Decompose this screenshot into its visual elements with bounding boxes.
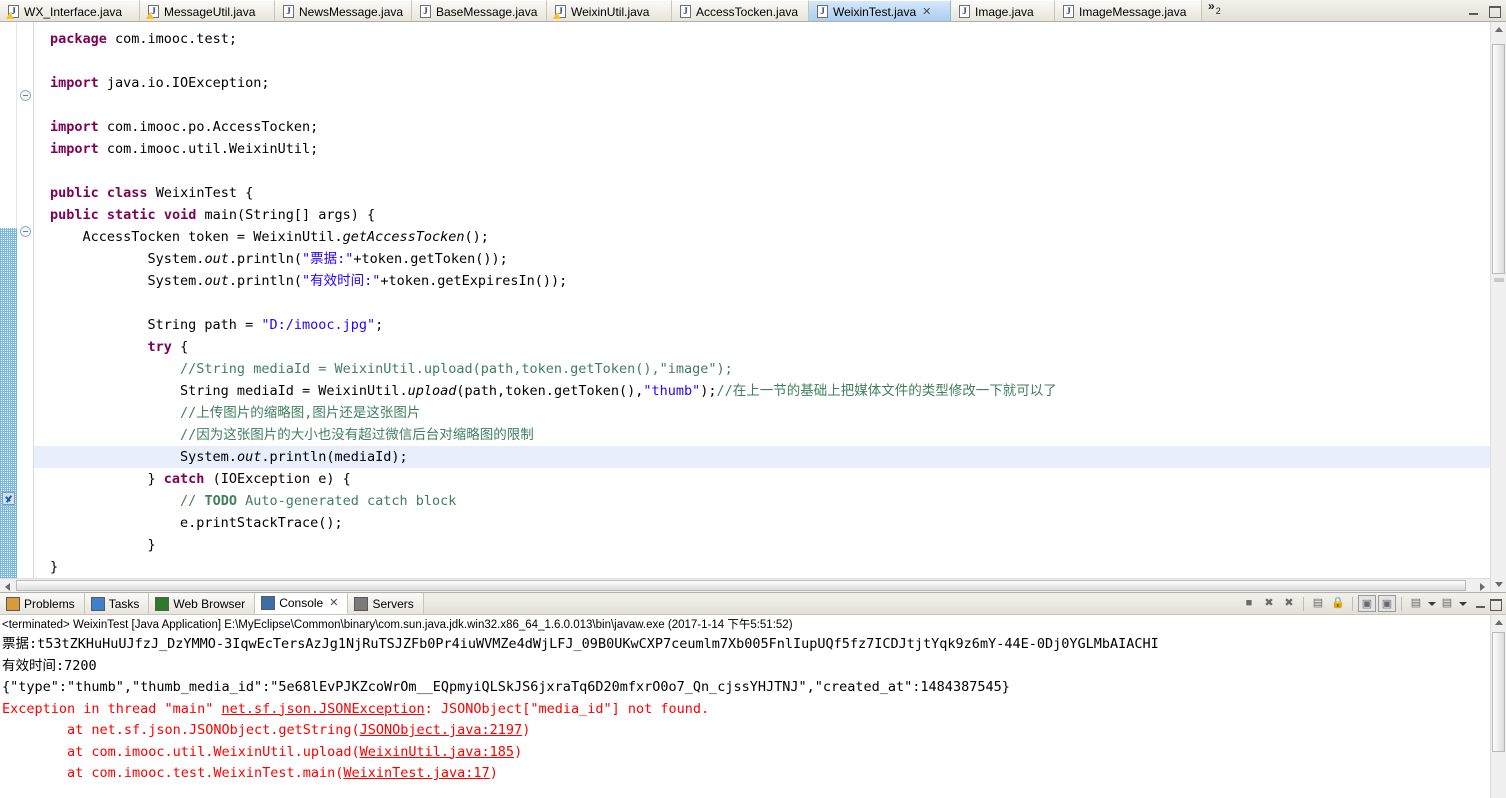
servers-icon xyxy=(354,596,369,611)
view-tab-label: Web Browser xyxy=(173,596,246,611)
remove-launch-button[interactable]: ✖ xyxy=(1260,595,1278,612)
console-output-panel[interactable]: <terminated> WeixinTest [Java Applicatio… xyxy=(0,615,1506,798)
clear-console-button[interactable]: ▤ xyxy=(1309,595,1327,612)
editor-hscroll-thumb[interactable] xyxy=(16,580,1466,591)
editor-vscroll-marker xyxy=(1494,278,1504,282)
view-tab-servers[interactable]: Servers xyxy=(348,593,424,614)
editor-vertical-scrollbar[interactable] xyxy=(1490,22,1506,592)
editor-marker-bar[interactable] xyxy=(0,22,17,592)
web-browser-icon xyxy=(155,596,170,611)
display-selected-console-button[interactable]: ▣ xyxy=(1378,595,1396,612)
editor-vscroll-thumb[interactable] xyxy=(1492,44,1505,274)
editor-tab-image-java[interactable]: J Image.java xyxy=(951,0,1055,21)
view-tab-label: Tasks xyxy=(108,596,140,611)
view-tab-console[interactable]: Console ✕ xyxy=(255,592,349,614)
fold-toggle-main-method[interactable] xyxy=(20,226,31,237)
console-output-text[interactable]: 票据:t53tZKHuHuUJfzJ_DzYMMO-3IqwEcTersAzJg… xyxy=(0,634,1490,785)
view-tab-tasks[interactable]: Tasks xyxy=(84,593,150,614)
java-file-icon: J xyxy=(958,5,971,18)
window-controls[interactable] xyxy=(1462,0,1506,21)
view-tab-web-browser[interactable]: Web Browser xyxy=(149,593,256,614)
close-icon[interactable]: ✕ xyxy=(327,592,338,614)
toolbar-separator xyxy=(1303,596,1304,611)
editor-tab-label: MessageUtil.java xyxy=(164,4,256,19)
editor-tab-weixintest-java[interactable]: J WeixinTest.java ✕ xyxy=(809,0,951,22)
close-icon[interactable]: ✕ xyxy=(920,1,931,22)
tab-overflow-count: 2 xyxy=(1215,6,1221,16)
scroll-up-arrow[interactable] xyxy=(1491,22,1506,38)
editor-tab-label: Image.java xyxy=(975,4,1034,19)
chevron-down-icon[interactable] xyxy=(1428,601,1436,606)
editor-tab-wx_interface-java[interactable]: J WX_Interface.java xyxy=(0,0,140,21)
view-tab-problems[interactable]: Problems xyxy=(0,593,85,614)
code-text-area[interactable]: package com.imooc.test; import java.io.I… xyxy=(34,22,1490,592)
console-scroll-up-arrow[interactable] xyxy=(1491,615,1506,631)
maximize-icon[interactable] xyxy=(1488,5,1501,18)
view-tab-label: Servers xyxy=(372,596,414,611)
fold-toggle-imports[interactable] xyxy=(20,90,31,101)
minimize-icon[interactable] xyxy=(1468,6,1480,16)
editor-tab-label: BaseMessage.java xyxy=(436,4,538,19)
editor-tab-label: WeixinTest.java xyxy=(833,4,917,19)
scroll-lock-button[interactable]: 🔒 xyxy=(1329,595,1347,612)
view-tab-label: Problems xyxy=(24,596,75,611)
bottom-view-panel[interactable]: Problems Tasks Web Browser Console ✕ Servers … xyxy=(0,592,1506,798)
editor-tab-label: WX_Interface.java xyxy=(24,4,123,19)
toolbar-separator xyxy=(1352,596,1353,611)
editor-tab-bar[interactable]: J WX_Interface.java J MessageUtil.java J News… xyxy=(0,0,1506,22)
java-file-icon: J xyxy=(679,5,692,18)
open-console-button[interactable]: ▤ xyxy=(1407,595,1425,612)
console-terminated-line: <terminated> WeixinTest [Java Applicatio… xyxy=(2,619,793,631)
terminate-button[interactable]: ■ xyxy=(1240,595,1258,612)
editor-tab-imagemessage-java[interactable]: J ImageMessage.java xyxy=(1055,0,1202,21)
overview-occurrence-band xyxy=(0,228,17,578)
console-icon xyxy=(261,596,276,610)
overview-ruler xyxy=(0,22,17,592)
scroll-left-arrow[interactable] xyxy=(5,583,10,591)
console-toolbar[interactable]: ■ ✖ ✖ ▤ 🔒 ▣ ▣ ▤ ▤ xyxy=(1235,593,1506,614)
tab-overflow-chevron-icon[interactable]: » 2 xyxy=(1202,0,1227,21)
java-file-icon: J xyxy=(282,5,295,18)
maximize-icon[interactable] xyxy=(1489,598,1502,611)
console-vscroll-thumb[interactable] xyxy=(1492,632,1505,752)
pin-console-button[interactable]: ▣ xyxy=(1358,595,1376,612)
editor-tab-weixinutil-java[interactable]: J WeixinUtil.java xyxy=(547,0,672,21)
minimize-icon[interactable] xyxy=(1475,599,1487,609)
editor-tab-label: NewsMessage.java xyxy=(299,4,404,19)
console-vertical-scrollbar[interactable] xyxy=(1490,615,1506,798)
problems-icon xyxy=(6,596,20,611)
java-file-icon: J xyxy=(816,5,829,18)
source-code[interactable]: package com.imooc.test; import java.io.I… xyxy=(34,22,1490,578)
view-tab-bar[interactable]: Problems Tasks Web Browser Console ✕ Servers … xyxy=(0,593,1506,615)
java-file-icon: J xyxy=(419,5,432,18)
java-file-icon: J xyxy=(1062,5,1075,18)
java-file-warning-icon: J xyxy=(553,5,567,19)
view-tab-label: Console xyxy=(279,596,324,610)
java-file-warning-icon: J xyxy=(146,5,160,19)
new-console-view-button[interactable]: ▤ xyxy=(1438,595,1456,612)
editor-folding-column[interactable] xyxy=(17,22,34,592)
editor-tab-label: ImageMessage.java xyxy=(1079,4,1187,19)
editor-tab-basemessage-java[interactable]: J BaseMessage.java xyxy=(412,0,547,21)
overview-task-icon xyxy=(2,492,15,505)
editor-horizontal-scrollbar[interactable] xyxy=(0,578,1490,592)
code-editor[interactable]: package com.imooc.test; import java.io.I… xyxy=(0,22,1506,592)
remove-all-terminated-button[interactable]: ✖ xyxy=(1280,595,1298,612)
console-text-container[interactable]: <terminated> WeixinTest [Java Applicatio… xyxy=(0,615,1490,798)
toolbar-separator xyxy=(1401,596,1402,611)
scroll-right-arrow[interactable] xyxy=(1480,583,1485,591)
java-file-warning-icon: J xyxy=(6,5,20,19)
editor-tab-newsmessage-java[interactable]: J NewsMessage.java xyxy=(275,0,412,21)
chevron-down-icon[interactable] xyxy=(1459,601,1467,606)
editor-tab-label: WeixinUtil.java xyxy=(571,4,650,19)
scroll-down-arrow[interactable] xyxy=(1491,576,1506,592)
editor-tab-messageutil-java[interactable]: J MessageUtil.java xyxy=(140,0,275,21)
tasks-icon xyxy=(90,596,105,611)
editor-tab-label: AccessTocken.java xyxy=(696,4,799,19)
chevron-right-icon: » xyxy=(1208,0,1215,13)
editor-tab-accesstocken-java[interactable]: J AccessTocken.java xyxy=(672,0,809,21)
